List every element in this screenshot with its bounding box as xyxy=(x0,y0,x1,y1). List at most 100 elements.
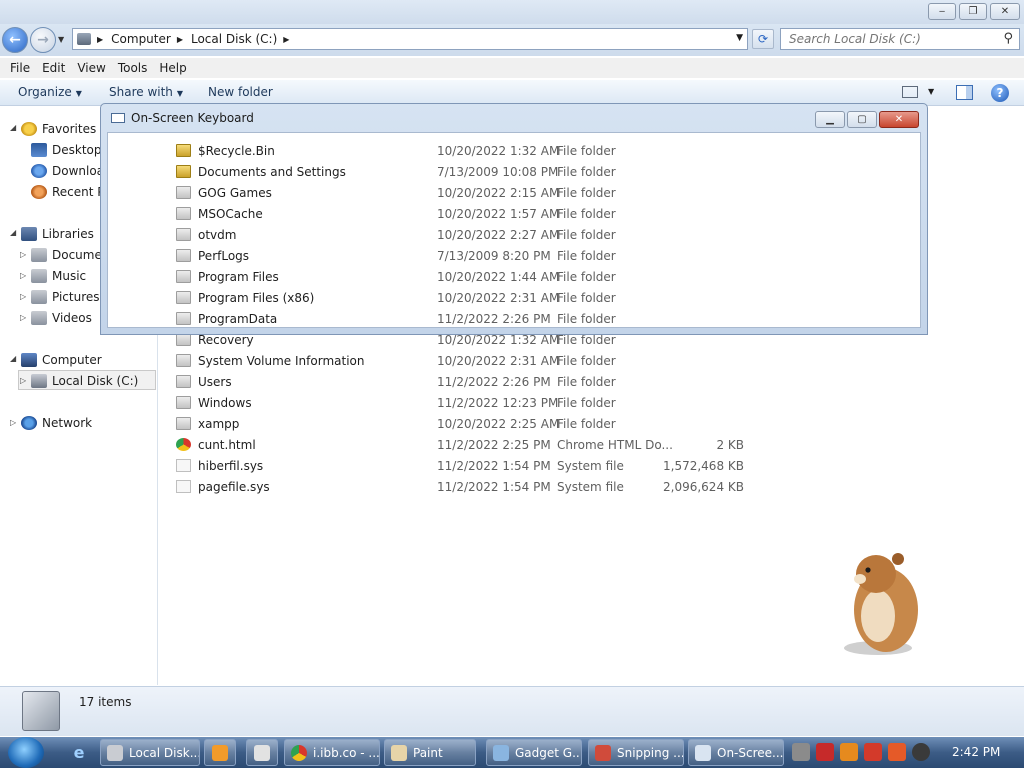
menu-tools[interactable]: Tools xyxy=(113,61,155,75)
nav-network[interactable]: Network xyxy=(21,413,92,433)
refresh-button[interactable]: ⟳ xyxy=(752,29,774,49)
file-row[interactable]: pagefile.sys 11/2/2022 1:54 PM System file… xyxy=(176,476,776,497)
expand-arrow-icon[interactable]: ▷ xyxy=(10,418,16,427)
folder-icon xyxy=(176,207,191,220)
local-disk-icon xyxy=(31,374,47,388)
menu-help[interactable]: Help xyxy=(154,61,193,75)
nav-computer[interactable]: Computer xyxy=(21,350,102,370)
minimize-button[interactable]: ‒ xyxy=(928,3,956,20)
taskbar-item-explorer[interactable]: Local Disk... xyxy=(100,739,200,766)
tray-monitor-icon[interactable] xyxy=(888,743,906,761)
tray-flag-icon[interactable] xyxy=(864,743,882,761)
share-with-label: Share with xyxy=(109,85,173,99)
nav-pictures[interactable]: Pictures xyxy=(31,287,100,307)
expand-arrow-icon[interactable]: ▷ xyxy=(20,250,26,259)
clock[interactable]: 2:42 PM xyxy=(952,745,1000,759)
preview-pane-icon[interactable] xyxy=(956,85,973,100)
share-with-button[interactable]: Share with ▼ xyxy=(109,85,183,99)
menu-view[interactable]: View xyxy=(72,61,112,75)
chevron-right-icon[interactable]: ▶ xyxy=(283,35,289,44)
osk-restore-button[interactable]: ▢ xyxy=(847,111,877,128)
taskbar-calculator[interactable] xyxy=(246,739,278,766)
start-button[interactable] xyxy=(8,737,44,768)
taskbar: e Local Disk... i.ibb.co - ... Paint Gad… xyxy=(0,737,1024,768)
chevron-right-icon[interactable]: ▶ xyxy=(97,35,103,44)
file-type: File folder xyxy=(557,143,616,158)
breadcrumb-local-disk[interactable]: Local Disk (C:) xyxy=(191,32,277,46)
ie-quicklaunch[interactable]: e xyxy=(64,739,94,766)
back-button[interactable]: ← xyxy=(2,27,28,53)
address-dropdown-icon[interactable]: ▼ xyxy=(736,33,743,43)
file-row[interactable]: $Recycle.Bin 10/20/2022 1:32 AM File folde… xyxy=(176,140,776,161)
expand-arrow-icon[interactable]: ◢ xyxy=(10,354,16,363)
recent-pages-dropdown-icon[interactable]: ▼ xyxy=(58,35,64,44)
change-view-icon[interactable] xyxy=(902,86,918,98)
nav-desktop[interactable]: Desktop xyxy=(31,140,102,160)
file-name: Program Files xyxy=(198,269,279,284)
chevron-right-icon[interactable]: ▶ xyxy=(177,35,183,44)
file-row[interactable]: ProgramData 11/2/2022 2:26 PM File folder xyxy=(176,308,776,329)
help-icon[interactable]: ? xyxy=(991,84,1009,102)
expand-arrow-icon[interactable]: ◢ xyxy=(10,123,16,132)
nav-music[interactable]: Music xyxy=(31,266,86,286)
new-folder-button[interactable]: New folder xyxy=(208,85,273,99)
nav-favorites[interactable]: Favorites xyxy=(21,119,96,139)
forward-button[interactable]: → xyxy=(30,27,56,53)
hamster-gadget[interactable] xyxy=(838,548,928,658)
expand-arrow-icon[interactable]: ▷ xyxy=(20,376,26,385)
nav-local-disk[interactable]: Local Disk (C:) xyxy=(31,371,138,391)
file-row[interactable]: Windows 11/2/2022 12:23 PM File folder xyxy=(176,392,776,413)
nav-videos[interactable]: Videos xyxy=(31,308,92,328)
taskbar-media[interactable] xyxy=(204,739,236,766)
tray-antivirus-icon[interactable] xyxy=(816,743,834,761)
taskbar-item-osk[interactable]: On-Scree... xyxy=(688,739,784,766)
breadcrumb-computer[interactable]: Computer xyxy=(111,32,171,46)
file-row[interactable]: hiberfil.sys 11/2/2022 1:54 PM System file… xyxy=(176,455,776,476)
file-date: 10/20/2022 2:25 AM xyxy=(437,416,560,431)
search-icon[interactable]: ⚲ xyxy=(1003,31,1013,46)
tray-search-icon[interactable] xyxy=(840,743,858,761)
nav-music-label: Music xyxy=(52,269,87,283)
file-date: 10/20/2022 2:27 AM xyxy=(437,227,560,242)
file-row[interactable]: System Volume Information 10/20/2022 2:31… xyxy=(176,350,776,371)
file-row[interactable]: otvdm 10/20/2022 2:27 AM File folder xyxy=(176,224,776,245)
file-date: 11/2/2022 1:54 PM xyxy=(437,458,551,473)
search-box[interactable]: ⚲ xyxy=(780,28,1020,50)
file-row[interactable]: MSOCache 10/20/2022 1:57 AM File folder xyxy=(176,203,776,224)
search-input[interactable] xyxy=(781,29,981,49)
file-row[interactable]: xampp 10/20/2022 2:25 AM File folder xyxy=(176,413,776,434)
taskbar-item-paint[interactable]: Paint xyxy=(384,739,476,766)
tray-app-icon[interactable] xyxy=(792,743,810,761)
menu-edit[interactable]: Edit xyxy=(37,61,72,75)
expand-arrow-icon[interactable]: ▷ xyxy=(20,313,26,322)
tray-volume-icon[interactable] xyxy=(912,743,930,761)
file-row[interactable]: PerfLogs 7/13/2009 8:20 PM File folder xyxy=(176,245,776,266)
expand-arrow-icon[interactable]: ◢ xyxy=(10,228,16,237)
hamster-belly xyxy=(861,590,895,642)
file-size: 2,096,624 KB xyxy=(663,479,744,494)
expand-arrow-icon[interactable]: ▷ xyxy=(20,292,26,301)
close-icon: ✕ xyxy=(894,114,904,125)
file-row[interactable]: Program Files 10/20/2022 1:44 AM File fold… xyxy=(176,266,776,287)
maximize-button[interactable]: ❐ xyxy=(959,3,987,20)
file-row[interactable]: Users 11/2/2022 2:26 PM File folder xyxy=(176,371,776,392)
file-row[interactable]: GOG Games 10/20/2022 2:15 AM File folder xyxy=(176,182,776,203)
address-row: ← → ▼ ▶ Computer ▶ Local Disk (C:) ▶ ▼ ⟳… xyxy=(0,24,1024,56)
file-name: Windows xyxy=(198,395,252,410)
file-row[interactable]: Program Files (x86) 10/20/2022 2:31 AM Fil… xyxy=(176,287,776,308)
taskbar-item-chrome[interactable]: i.ibb.co - ... xyxy=(284,739,380,766)
close-button[interactable]: ✕ xyxy=(990,3,1020,20)
nav-libraries[interactable]: Libraries xyxy=(21,224,94,244)
expand-arrow-icon[interactable]: ▷ xyxy=(20,271,26,280)
osk-close-button[interactable]: ✕ xyxy=(879,111,919,128)
drive-large-icon xyxy=(22,691,60,731)
taskbar-item-snipping[interactable]: Snipping ... xyxy=(588,739,684,766)
view-dropdown-icon[interactable]: ▼ xyxy=(928,87,934,96)
file-row[interactable]: Documents and Settings 7/13/2009 10:08 PM… xyxy=(176,161,776,182)
file-row[interactable]: cunt.html 11/2/2022 2:25 PM Chrome HTML Do… xyxy=(176,434,776,455)
menu-file[interactable]: File xyxy=(5,61,37,75)
organize-button[interactable]: Organize ▼ xyxy=(18,85,82,99)
address-bar[interactable]: ▶ Computer ▶ Local Disk (C:) ▶ ▼ xyxy=(72,28,748,50)
osk-minimize-button[interactable]: ▁ xyxy=(815,111,845,128)
taskbar-item-gadget[interactable]: Gadget G... xyxy=(486,739,582,766)
